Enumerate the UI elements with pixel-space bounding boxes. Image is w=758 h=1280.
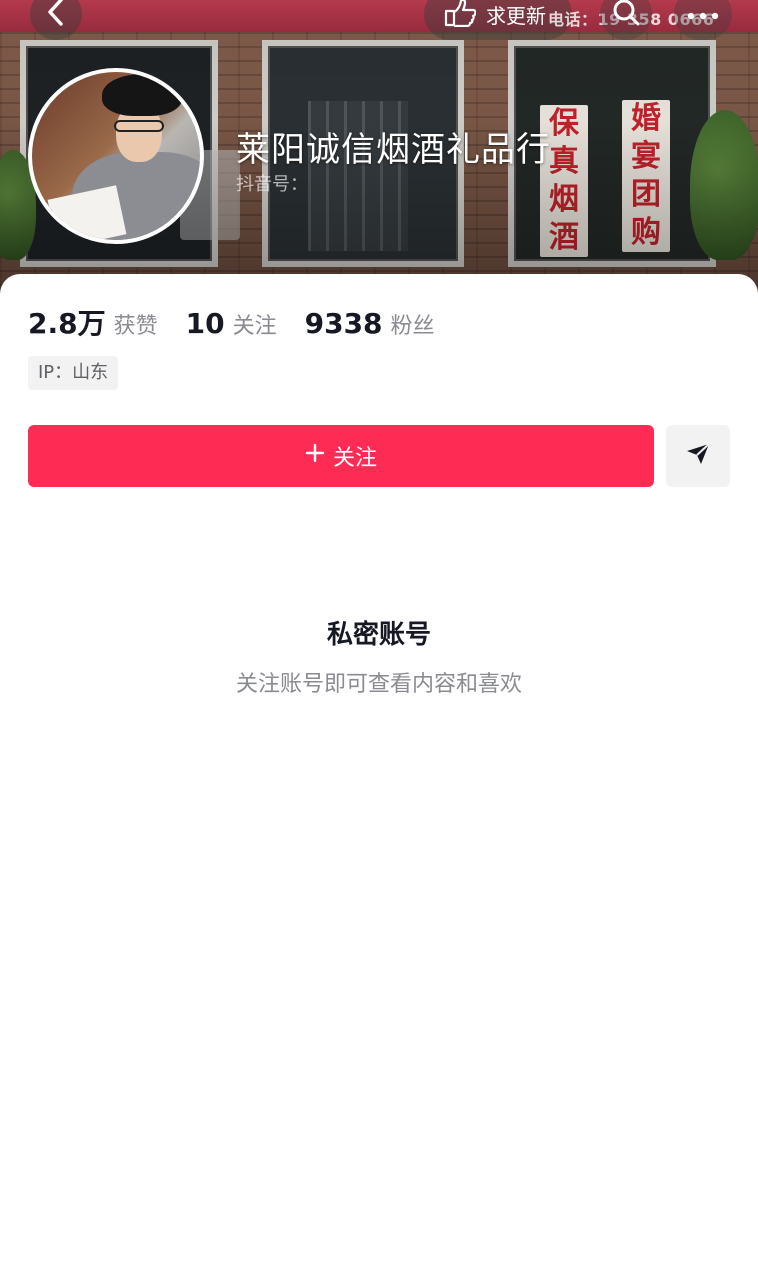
search-icon [611, 0, 641, 31]
follow-button[interactable]: 关注 [28, 425, 654, 487]
stat-label: 关注 [232, 314, 277, 339]
ip-location-tag: IP：山东 [28, 356, 119, 390]
send-message-button[interactable] [666, 425, 730, 487]
plus-icon [305, 443, 325, 469]
avatar-paper [47, 185, 127, 240]
stat-value: 9338 [304, 307, 383, 340]
stat-label: 粉丝 [390, 314, 435, 339]
send-icon [685, 442, 711, 470]
stat-label: 获赞 [113, 314, 158, 339]
request-update-label: 求更新 [486, 3, 546, 28]
back-icon [45, 0, 67, 31]
stat-value: 2.8万 [28, 307, 106, 340]
private-account-title: 私密账号 [326, 620, 431, 650]
profile-nickname: 莱阳诚信烟酒礼品行 [236, 130, 551, 170]
more-icon [687, 5, 719, 24]
pointing-hand-icon [442, 0, 477, 32]
stat-following[interactable]: 10 关注 [186, 307, 277, 340]
avatar-glasses [114, 120, 164, 132]
follow-label: 关注 [332, 446, 377, 471]
profile-stats: 2.8万 获赞 10 关注 9338 粉丝 [28, 302, 463, 342]
private-account-subtitle: 关注账号即可查看内容和喜欢 [235, 672, 522, 697]
stat-likes[interactable]: 2.8万 获赞 [28, 302, 158, 342]
stat-followers[interactable]: 9338 粉丝 [305, 307, 435, 340]
douyin-id: 抖音号： [236, 174, 308, 195]
profile-card: 2.8万 获赞 10 关注 9338 粉丝 IP：山东 关注 私密账号 关注账号… [0, 274, 758, 1280]
avatar[interactable] [28, 68, 204, 244]
stat-value: 10 [185, 307, 225, 340]
avatar-hair [102, 74, 182, 116]
